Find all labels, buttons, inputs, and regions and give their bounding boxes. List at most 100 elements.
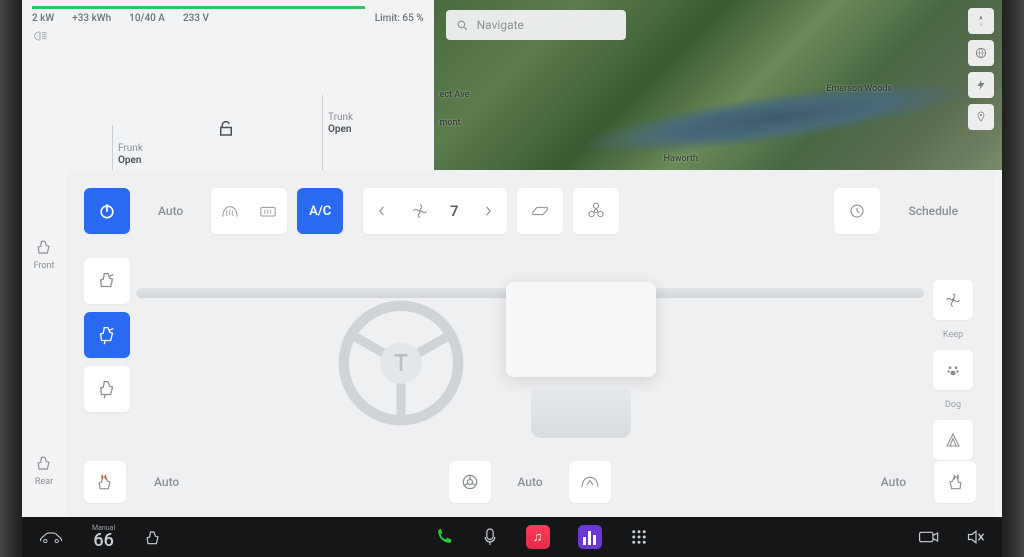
search-icon	[456, 19, 469, 32]
nav-search-bar[interactable]: Navigate	[446, 10, 626, 40]
airflow-face-feet-button[interactable]	[84, 312, 130, 358]
dog-label: Dog	[945, 400, 961, 410]
defrost-front-icon	[220, 202, 240, 220]
seat-front-label: Front	[34, 261, 55, 271]
wheel-heater-button[interactable]	[449, 461, 491, 503]
car-status-area: Frunk Open Trunk Open	[22, 40, 434, 170]
charge-progress-bar	[32, 6, 365, 9]
driver-auto-button[interactable]: Auto	[136, 459, 197, 505]
microphone-icon	[482, 527, 498, 547]
keep-label: Keep	[943, 330, 963, 340]
map-panel[interactable]: Navigate Emerson Woods Haworth mont ect …	[434, 0, 1002, 170]
dock-temp-control[interactable]: Manual 66	[92, 525, 115, 550]
fan-increase-button[interactable]	[469, 188, 507, 234]
volume-mute-icon	[966, 528, 986, 546]
schedule-icon-button[interactable]	[834, 188, 880, 234]
fan-speed-value: 7	[439, 202, 469, 220]
seat-heat-icon	[945, 472, 965, 492]
map-label-ave: ect Ave	[440, 90, 470, 100]
airflow-face-feet-icon	[96, 324, 118, 346]
clock-icon	[848, 202, 866, 220]
eq-bar-icon	[583, 537, 586, 545]
defrost-front-button[interactable]	[211, 188, 249, 234]
map-charger-button[interactable]	[968, 72, 994, 98]
dock-mic-button[interactable]	[482, 527, 498, 547]
wiper-heater-button[interactable]	[569, 461, 611, 503]
frunk-state: Open	[118, 155, 143, 167]
dock-music-app[interactable]: ♫	[526, 525, 550, 549]
power-icon	[97, 201, 117, 221]
biohazard-icon	[587, 202, 605, 220]
seat-heat-icon	[95, 472, 115, 492]
unlock-icon[interactable]	[217, 120, 235, 138]
seat-rear-selector[interactable]: Rear	[34, 454, 54, 487]
map-label-emerson: Emerson Woods	[826, 84, 892, 94]
defrost-rear-button[interactable]	[249, 188, 287, 234]
climate-power-button[interactable]	[84, 188, 130, 234]
fan-icon	[411, 202, 429, 220]
recirculate-icon	[530, 204, 550, 218]
fan-decrease-button[interactable]	[363, 188, 401, 234]
seat-rear-label: Rear	[35, 477, 53, 487]
charge-voltage: 233 V	[183, 13, 209, 24]
car-icon	[38, 529, 64, 545]
charging-panel: 2 kW +33 kWh 10/40 A 233 V Limit: 65 % F…	[22, 0, 434, 170]
dog-mode-button[interactable]	[933, 350, 973, 390]
charge-energy-added: +33 kWh	[72, 13, 111, 24]
airflow-face-button[interactable]	[84, 258, 130, 304]
frunk-status[interactable]: Frunk Open	[118, 143, 143, 167]
climate-auto-button[interactable]: Auto	[140, 188, 201, 234]
recirculate-button[interactable]	[517, 188, 563, 234]
driver-seat-heater-button[interactable]	[84, 461, 126, 503]
dock-bar: Manual 66 ♫	[22, 517, 1002, 557]
seat-front-selector[interactable]: Front	[34, 238, 55, 271]
airflow-feet-icon	[96, 378, 118, 400]
charge-limit: Limit: 65 %	[375, 13, 424, 24]
airflow-feet-button[interactable]	[84, 366, 130, 412]
map-orient-button[interactable]	[968, 8, 994, 34]
dock-volume-button[interactable]	[966, 528, 986, 546]
airflow-face-icon	[96, 270, 118, 292]
bioweapon-button[interactable]	[573, 188, 619, 234]
music-note-icon: ♫	[533, 529, 543, 545]
dock-all-apps-button[interactable]	[630, 528, 648, 546]
passenger-seat-heater-button[interactable]	[934, 461, 976, 503]
frunk-label: Frunk	[118, 143, 143, 154]
seat-heat-dock-icon	[143, 527, 163, 547]
charge-amps: 10/40 A	[129, 13, 165, 24]
trunk-label: Trunk	[328, 112, 353, 123]
fan-icon-cell	[401, 188, 439, 234]
dock-dashcam-button[interactable]	[918, 529, 940, 545]
camp-mode-button[interactable]	[933, 420, 973, 460]
cabin-illustration	[136, 260, 924, 453]
dock-seat-heat-button[interactable]	[143, 527, 163, 547]
charge-power: 2 kW	[32, 13, 54, 24]
nav-search-placeholder: Navigate	[477, 18, 524, 32]
trunk-status[interactable]: Trunk Open	[328, 112, 353, 136]
dock-car-button[interactable]	[38, 529, 64, 545]
passenger-auto-button[interactable]: Auto	[863, 459, 924, 505]
dashcam-icon	[918, 529, 940, 545]
center-auto-button[interactable]: Auto	[499, 459, 560, 505]
grid-icon	[630, 528, 648, 546]
trunk-state: Open	[328, 124, 353, 136]
keep-mode-button[interactable]	[933, 280, 973, 320]
wheel-heat-icon	[460, 472, 480, 492]
windshield-heat-icon	[579, 473, 601, 491]
steering-wheel-icon	[336, 298, 466, 428]
schedule-button[interactable]: Schedule	[890, 188, 976, 234]
map-label-haworth: Haworth	[664, 154, 698, 164]
map-pin-button[interactable]	[968, 104, 994, 130]
seat-front-icon	[34, 238, 54, 258]
dock-podcast-app[interactable]	[578, 525, 602, 549]
camp-icon	[944, 431, 962, 449]
climate-panel: Auto A/C 7	[66, 170, 994, 517]
map-layers-button[interactable]	[968, 40, 994, 66]
phone-icon	[434, 527, 454, 547]
seat-rear-icon	[34, 454, 54, 474]
dog-icon	[944, 361, 962, 379]
defrost-rear-icon	[258, 203, 278, 219]
dock-phone-button[interactable]	[434, 527, 454, 547]
keep-icon	[944, 291, 962, 309]
ac-button[interactable]: A/C	[297, 188, 343, 234]
